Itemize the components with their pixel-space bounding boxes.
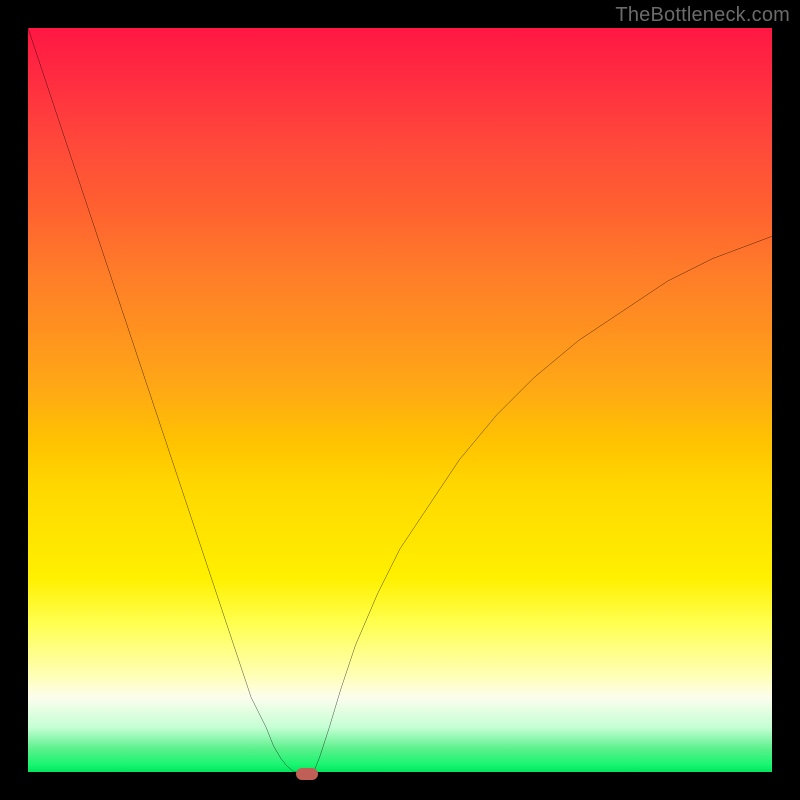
chart-frame: TheBottleneck.com [0, 0, 800, 800]
bottleneck-curve [28, 28, 772, 772]
watermark: TheBottleneck.com [615, 4, 790, 27]
plot-area [28, 28, 772, 772]
optimum-marker [296, 768, 318, 780]
